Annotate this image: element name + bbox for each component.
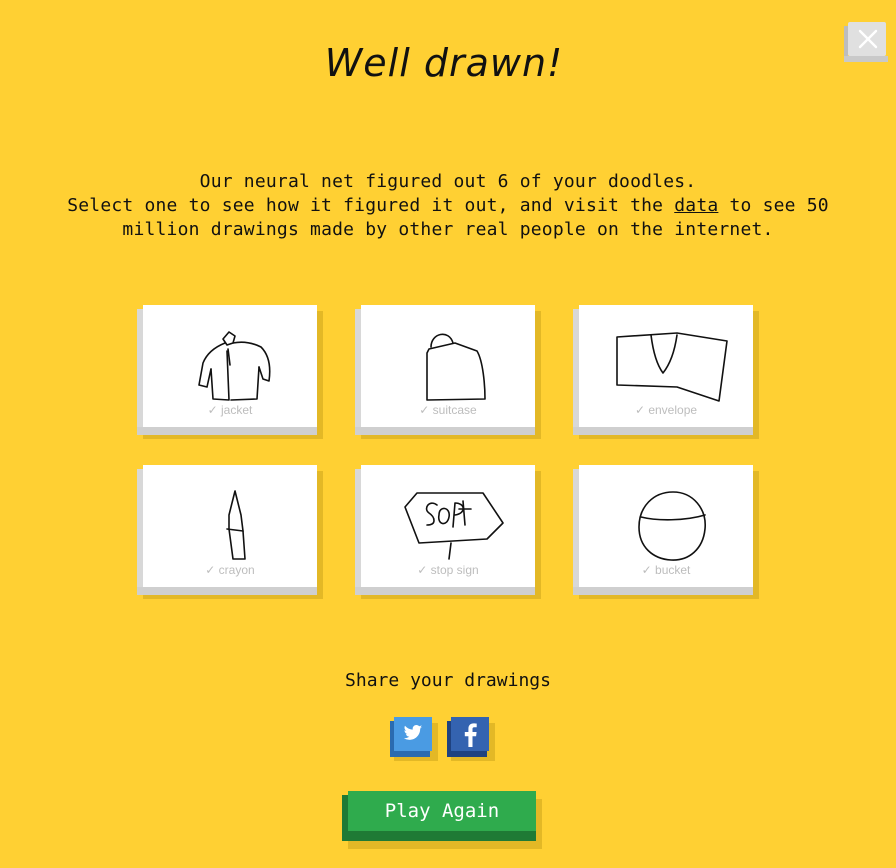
facebook-icon [464, 723, 477, 747]
doodle-label-bucket: ✓ bucket [641, 563, 691, 577]
jacket-doodle [198, 331, 271, 401]
doodle-label-suitcase: ✓ suitcase [419, 403, 477, 417]
doodle-label-jacket: ✓ jacket [207, 403, 253, 417]
intro-text: Our neural net figured out 6 of your doo… [40, 170, 856, 242]
doodle-label-stop-sign: ✓ stop sign [417, 563, 479, 577]
doodle-card-suitcase[interactable]: ✓ suitcase [355, 305, 541, 439]
twitter-share-button[interactable] [390, 717, 438, 761]
crayon-doodle [226, 490, 246, 560]
page-title: Well drawn! [0, 32, 896, 96]
intro-line-3: million drawings made by other real peop… [122, 219, 774, 240]
stop-sign-doodle [404, 492, 504, 560]
data-link[interactable]: data [674, 195, 718, 216]
doodle-card-jacket[interactable]: ✓ jacket [137, 305, 323, 439]
intro-line-2-end: to see 50 [729, 195, 829, 216]
envelope-doodle [616, 332, 728, 402]
doodle-label-crayon: ✓ crayon [205, 563, 255, 577]
facebook-share-button[interactable] [447, 717, 495, 761]
intro-line-2: Select one to see how it figured it out,… [40, 194, 856, 218]
intro-line-1: Our neural net figured out 6 of your doo… [199, 171, 697, 192]
bucket-doodle [638, 491, 706, 561]
intro-line-2-start: Select one to see how it figured it out,… [67, 195, 664, 216]
doodle-card-bucket[interactable]: ✓ bucket [573, 465, 759, 599]
doodle-card-crayon[interactable]: ✓ crayon [137, 465, 323, 599]
play-again-button[interactable]: Play Again [342, 791, 542, 849]
title-text: Well drawn! [325, 41, 564, 85]
doodle-card-stop-sign[interactable]: ✓ stop sign [355, 465, 541, 599]
play-again-label: Play Again [384, 800, 500, 822]
twitter-icon [403, 725, 423, 740]
suitcase-doodle [426, 333, 486, 401]
share-label: Share your drawings [345, 670, 551, 691]
doodle-label-envelope: ✓ envelope [634, 403, 698, 417]
doodle-card-envelope[interactable]: ✓ envelope [573, 305, 759, 439]
